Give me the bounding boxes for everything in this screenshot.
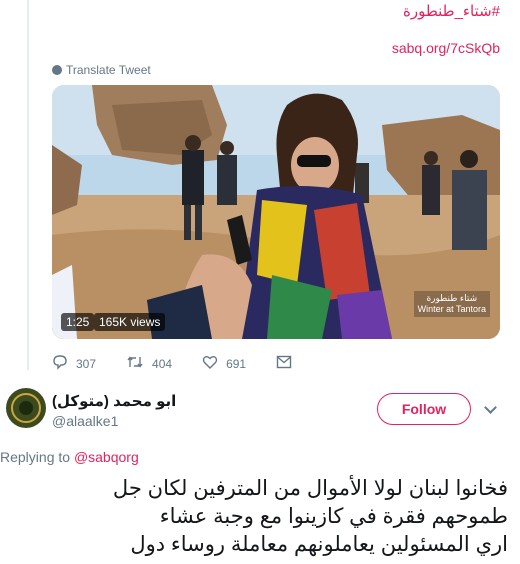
translate-tweet-button[interactable]: Translate Tweet xyxy=(52,63,151,77)
chevron-down-icon[interactable] xyxy=(484,401,497,414)
reply-button[interactable]: 307 xyxy=(52,354,96,374)
tweet-text: فخانوا لبنان لولا الأموال من المترفين لك… xyxy=(20,475,508,559)
follow-button[interactable]: Follow xyxy=(377,393,471,425)
video-duration: 1:25 xyxy=(61,313,95,331)
reply-icon xyxy=(52,354,68,374)
avatar[interactable] xyxy=(6,388,46,428)
video-views: 165K views xyxy=(94,313,166,331)
article-link[interactable]: sabq.org/7cSkQb xyxy=(392,40,500,56)
translate-label: Translate Tweet xyxy=(66,63,151,77)
like-count: 691 xyxy=(226,357,247,371)
replying-to-label: Replying to xyxy=(0,449,71,465)
video-watermark: شتاء طنطورة Winter at Tantora xyxy=(413,291,490,317)
retweet-button[interactable]: 404 xyxy=(126,354,172,374)
replying-to-mention[interactable]: @sabqorg xyxy=(74,449,139,465)
direct-message-button[interactable] xyxy=(276,355,292,373)
globe-icon xyxy=(52,65,62,75)
reply-count: 307 xyxy=(76,357,97,371)
watermark-line1: شتاء طنطورة xyxy=(426,293,478,303)
hashtag-link[interactable]: #شتاء_طنطورة xyxy=(403,2,500,20)
user-display-name[interactable]: ابو محمد (متوكل) xyxy=(52,392,176,410)
tweet-text-line3: اري المسئولين يعاملونهم معاملة روساء دول xyxy=(130,533,508,556)
retweet-count: 404 xyxy=(152,357,173,371)
like-button[interactable]: 691 xyxy=(202,354,246,374)
thread-line xyxy=(27,0,29,370)
retweet-icon xyxy=(126,354,144,374)
tweet-actions: 307 404 691 xyxy=(52,354,322,374)
envelope-icon xyxy=(276,355,292,373)
avatar-emblem xyxy=(19,401,33,415)
user-handle[interactable]: @alaalke1 xyxy=(52,413,118,429)
tweet-text-line2: طموحهم فقرة في كازينوا مع وجبة عشاء xyxy=(159,505,508,528)
replying-to: Replying to @sabqorg xyxy=(0,449,139,465)
watermark-line2: Winter at Tantora xyxy=(417,304,486,314)
tweet-text-line1: فخانوا لبنان لولا الأموال من المترفين لك… xyxy=(112,477,508,500)
video-player[interactable]: 1:25 165K views شتاء طنطورة Winter at Ta… xyxy=(52,85,500,339)
heart-icon xyxy=(202,354,218,374)
